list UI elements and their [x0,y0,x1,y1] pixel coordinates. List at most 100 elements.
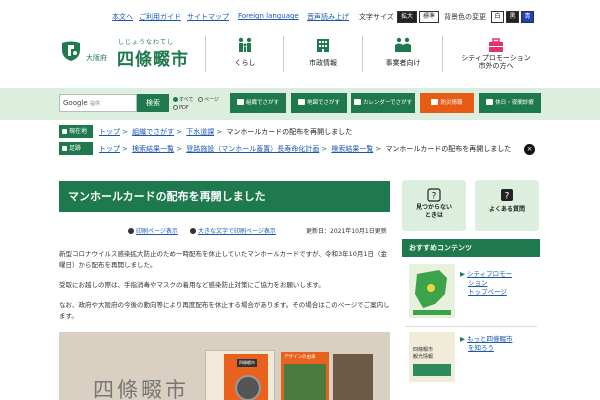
updated-date: 更新日：2021年10月1日更新 [306,228,387,235]
breadcrumb-link[interactable]: 組織でさがす [132,128,174,136]
header-divider [205,36,206,72]
bg-white-button[interactable]: 白 [491,11,504,23]
tourism-thumbnail[interactable]: 四條畷市 観光情報 [409,332,455,382]
guide-link[interactable]: ご利用ガイド [139,12,181,22]
search-option-page[interactable]: ページ [198,96,219,103]
radio-icon [198,97,203,102]
text-size-standard-button[interactable]: 標準 [419,11,439,23]
card-design-label: デザインの由来 [284,355,316,360]
nav-city-promotion-sublabel: 市外の方へ [478,62,514,70]
recommended-heading: おすすめコンテンツ [402,239,540,257]
search-input[interactable]: Google 提供 [59,94,137,112]
search-option-pdf[interactable]: PDF [173,105,189,111]
search-placeholder: 提供 [90,101,101,107]
skip-to-content-link[interactable]: 本文へ [112,12,133,22]
calendar-icon [353,99,361,105]
family-icon [238,37,252,52]
divider [405,326,537,327]
history-link[interactable]: トップ [99,145,120,153]
close-history-icon[interactable]: × [524,144,535,155]
city-hall-icon [317,39,329,52]
medical-icon [486,99,494,105]
prefecture-label: 大阪府 [86,54,107,62]
printer-icon [128,228,134,234]
sitemap-link[interactable]: サイトマップ [187,12,229,22]
faq-icon: ? [501,189,513,202]
history-link[interactable]: 検索結果一覧 [331,145,373,153]
bg-color-label: 背景色の変更 [444,13,486,21]
city-emblem-icon [62,41,80,61]
page-title: マンホールカードの配布を再開しました [59,181,390,212]
large-print-link[interactable]: 大きな文字で印刷ページ表示 [198,228,276,235]
nav-business-label: 事業者向け [385,59,421,67]
printer-icon [190,228,196,234]
tourism-thumb-label: 四條畷市 [413,347,434,353]
article-paragraph: なお、政府や大阪府の今後の動向等により再度配布を休止する場合があります。その場合… [59,301,390,320]
text-size-label: 文字サイズ [359,13,394,21]
arrow-right-icon: ▶ [460,270,465,278]
not-found-label-2: ときは [424,212,443,219]
foreign-language-link[interactable]: Foreign language [238,12,299,20]
breadcrumb-link[interactable]: トップ [99,128,120,136]
manhole-cover-icon [235,375,261,400]
svg-text:?: ? [432,192,437,202]
article-paragraph: 新型コロナウイルス感染拡大防止のため一時配布を休止していたマンホールカードですが… [59,250,388,269]
disaster-icon [431,99,439,105]
card-title: 四條畷市 [237,359,257,367]
briefcase-icon [489,38,503,52]
faq-label: よくある質問 [488,206,525,213]
nav-business[interactable]: 事業者向け [365,37,441,75]
breadcrumb-link[interactable]: 下水道課 [186,128,214,136]
manhole-card-photo: 四條畷市 四條畷市 デザインの由来 [59,332,390,400]
question-icon: ? [427,188,441,202]
manhole-card-front: 四條畷市 [205,350,275,400]
header-divider [442,36,443,72]
search-button[interactable]: 検索 [137,94,169,112]
current-location-tag: 現在地 [59,125,93,138]
print-page-link[interactable]: 印刷ページ表示 [136,228,178,235]
search-option-all[interactable]: すべて [173,96,193,103]
text-size-large-button[interactable]: 拡大 [397,11,417,23]
holiday-clinic-button[interactable]: 休日・夜間診療 [479,93,541,113]
find-by-calendar-button[interactable]: カレンダーでさがす [351,93,415,113]
recommended-link-promotion[interactable]: ▶ シティプロモー ション トップページ [460,270,512,297]
history-current: マンホールカードの配布を再開しました [385,145,512,153]
manhole-card-back: デザインの由来 [281,352,329,400]
bg-black-button[interactable]: 黒 [506,11,519,23]
city-promotion-thumbnail[interactable] [409,264,455,318]
nav-city-promotion-label: シティプロモーション [461,54,531,62]
recommended-link-tourism[interactable]: ▶ もっと四條畷市 を知ろう [460,335,513,353]
large-print-tool[interactable]: 大きな文字で印刷ページ表示 [190,226,276,235]
not-found-box[interactable]: ? 見つからない ときは [402,180,466,231]
google-brand-label: Google [63,99,88,107]
svg-text:?: ? [505,192,510,202]
header-divider [283,36,284,72]
nav-living[interactable]: くらし [207,37,283,75]
org-icon [236,99,244,105]
disaster-info-button[interactable]: 防災情報 [420,93,474,113]
manhole-card-extra [333,354,373,400]
nav-city-promotion[interactable]: シティプロモーション 市外の方へ [450,37,542,75]
read-aloud-link[interactable]: 音声読み上げ [307,12,349,22]
city-name: 四條畷市 [117,50,189,70]
not-found-label: 見つからない [415,204,452,211]
header-divider [362,36,363,72]
find-by-map-button[interactable]: 地図でさがす [291,93,347,113]
tourism-thumb-label-2: 観光情報 [413,354,434,360]
arrow-right-icon: ▶ [460,335,465,343]
nav-city-info[interactable]: 市政情報 [285,37,361,75]
bg-blue-button[interactable]: 青 [521,11,534,23]
business-people-icon [395,37,411,52]
city-map-illustration-icon [413,270,451,315]
radio-checked-icon [173,97,178,102]
article-paragraph: 受取にお越しの際は、手指消毒やマスクの着用など感染防止対策にご協力をお願いします… [59,281,325,289]
photo-city-text: 四條畷市 [93,378,189,400]
print-page-tool[interactable]: 印刷ページ表示 [128,226,178,235]
history-tag: 足跡 [59,142,93,155]
history-link[interactable]: 登路施設（マンホール蓋置）長寿命化計画 [186,145,319,153]
find-by-organization-button[interactable]: 組織でさがす [230,93,286,113]
history-link[interactable]: 検索結果一覧 [132,145,174,153]
breadcrumb-current: マンホールカードの配布を再開しました [226,128,353,136]
nav-living-label: くらし [234,59,256,67]
faq-box[interactable]: ? よくある質問 [475,180,539,231]
